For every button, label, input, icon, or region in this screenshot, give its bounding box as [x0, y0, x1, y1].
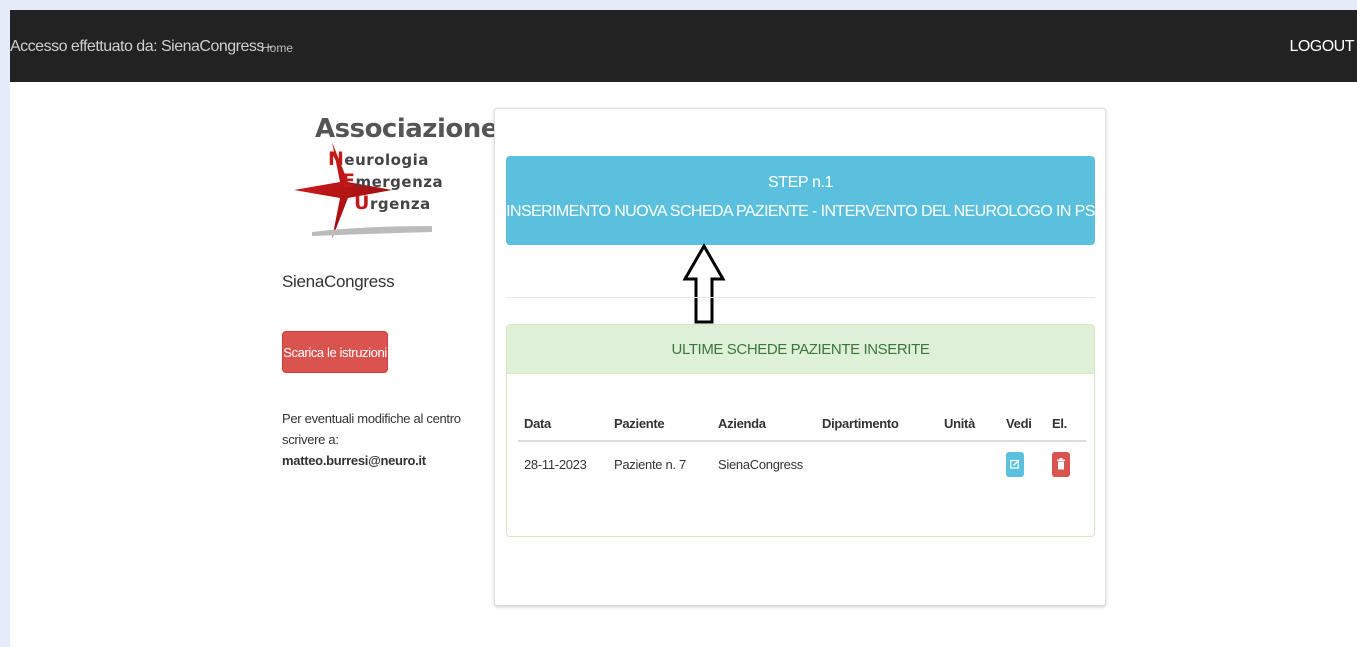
logo-title: Associazione: [315, 114, 498, 144]
edit-icon[interactable]: [1006, 452, 1024, 477]
logout-link[interactable]: LOGOUT: [1289, 38, 1354, 56]
col-dipartimento: Dipartimento: [816, 407, 938, 442]
step-title: STEP n.1: [768, 174, 833, 191]
home-link[interactable]: Home: [261, 41, 293, 55]
trash-icon[interactable]: [1052, 452, 1070, 477]
divider: [506, 297, 1095, 298]
cell-azienda: SienaCongress: [712, 440, 816, 487]
cell-vedi: [1000, 440, 1046, 487]
main-panel: STEP n.1 INSERIMENTO NUOVA SCHEDA PAZIEN…: [494, 108, 1106, 606]
contact-note-text: Per eventuali modifiche al centro scrive…: [282, 411, 461, 447]
logged-in-label: Accesso effettuato da: SienaCongress -: [10, 38, 273, 55]
cell-unita: [938, 440, 1000, 487]
col-unita: Unità: [938, 407, 1000, 442]
col-elimina: El.: [1046, 407, 1086, 442]
up-arrow-icon: [682, 243, 726, 324]
cell-dipartimento: [816, 440, 938, 487]
page-frame: Accesso effettuato da: SienaCongress - H…: [10, 10, 1357, 647]
step-description: INSERIMENTO NUOVA SCHEDA PAZIENTE - INTE…: [506, 203, 1095, 220]
cell-data: 28-11-2023: [518, 440, 608, 487]
table-header-row: Data Paziente Azienda Dipartimento Unità…: [518, 407, 1086, 442]
cell-elimina: [1046, 440, 1086, 487]
col-data: Data: [518, 407, 608, 442]
download-instructions-button[interactable]: Scarica le istruzioni: [282, 331, 388, 373]
username: SienaCongress: [282, 272, 395, 291]
step1-new-patient-button[interactable]: STEP n.1 INSERIMENTO NUOVA SCHEDA PAZIEN…: [506, 156, 1095, 245]
contact-note: Per eventuali modifiche al centro scrive…: [282, 408, 482, 471]
logo-line-emergenza: Emergenza: [342, 170, 444, 192]
association-logo: Associazione Neurologia Emergenza Urgenz…: [282, 114, 498, 244]
recent-patients-table: Data Paziente Azienda Dipartimento Unità…: [518, 407, 1086, 487]
col-vedi: Vedi: [1000, 407, 1046, 442]
logo-line-urgenza: Urgenza: [354, 192, 431, 214]
col-paziente: Paziente: [608, 407, 712, 442]
recent-patients-title: ULTIME SCHEDE PAZIENTE INSERITE: [507, 325, 1094, 374]
col-azienda: Azienda: [712, 407, 816, 442]
contact-email[interactable]: matteo.burresi@neuro.it: [282, 453, 426, 468]
top-navbar: Accesso effettuato da: SienaCongress - H…: [10, 10, 1357, 82]
logo-line-neurologia: Neurologia: [328, 148, 429, 170]
cell-paziente: Paziente n. 7: [608, 440, 712, 487]
recent-patients-panel: ULTIME SCHEDE PAZIENTE INSERITE Data Paz…: [506, 324, 1095, 537]
table-row: 28-11-2023 Paziente n. 7 SienaCongress: [518, 440, 1086, 487]
